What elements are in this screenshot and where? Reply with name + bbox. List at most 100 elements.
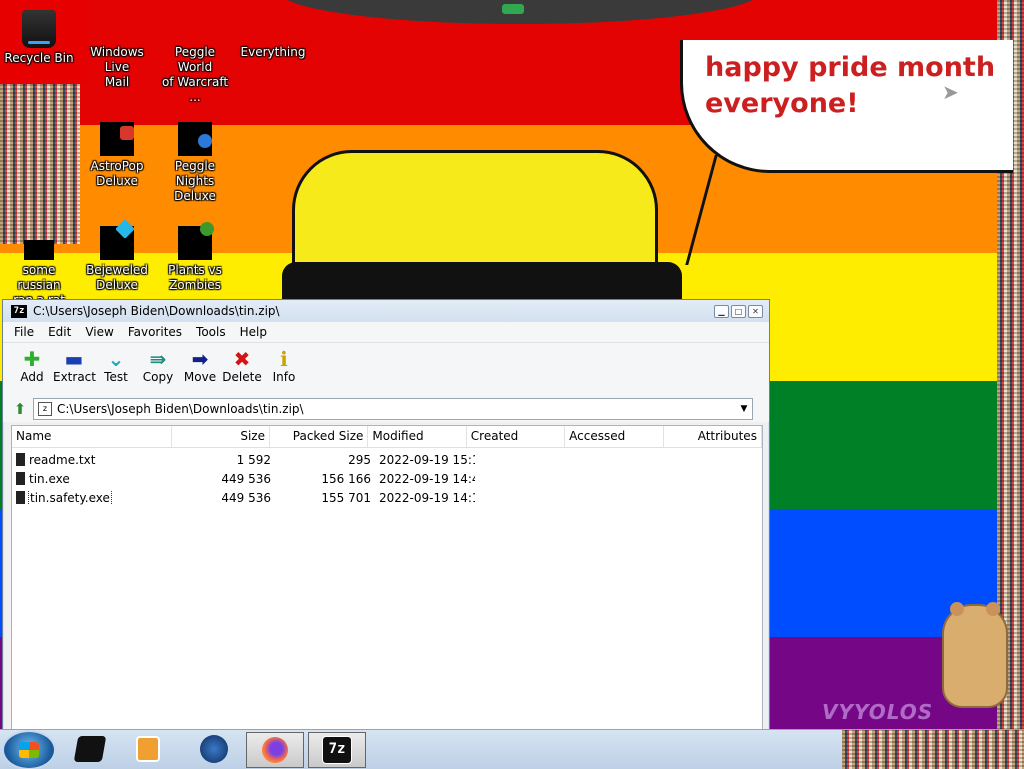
icon-label-2: Deluxe	[96, 174, 138, 188]
icon-label: some russian	[17, 263, 61, 292]
globe-icon	[200, 735, 228, 763]
window-title: C:\Users\Joseph Biden\Downloads\tin.zip\	[33, 304, 280, 318]
col-size[interactable]: Size	[172, 426, 270, 447]
desktop-icon-peggle-world-of-warcraft[interactable]: Peggle World of Warcraft ...	[156, 4, 234, 105]
dancing-hamster-image	[942, 602, 1008, 708]
test-label: Test	[104, 370, 128, 384]
astropop-accent-icon	[120, 126, 134, 140]
desktop-icon-windows-live-mail[interactable]: Windows Live Mail	[78, 4, 156, 90]
taskbar-7zip[interactable]: 7z	[308, 732, 366, 768]
menu-favorites[interactable]: Favorites	[121, 325, 189, 339]
file-name: readme.txt	[29, 452, 96, 467]
col-name[interactable]: Name	[12, 426, 172, 447]
recycle-bin-icon	[22, 10, 56, 48]
col-modified[interactable]: Modified	[368, 426, 467, 447]
taskbar-app-black-box[interactable]	[62, 732, 118, 766]
icon-label-2: Deluxe	[174, 189, 216, 203]
address-text: C:\Users\Joseph Biden\Downloads\tin.zip\	[57, 402, 304, 416]
file-name: tin.exe	[29, 471, 70, 486]
file-size: 449 536	[221, 490, 271, 505]
add-button[interactable]: ✚ Add	[11, 348, 53, 384]
exe-file-icon	[16, 490, 25, 504]
minus-icon: ▬	[64, 347, 84, 371]
icon-label-2: Zombies	[169, 278, 221, 292]
file-name: tin.safety.exe	[28, 490, 112, 505]
table-row[interactable]: tin.exe 449 536 156 166 2022-09-19 14:46	[12, 469, 762, 488]
icon-label: Plants vs	[168, 263, 222, 277]
file-packed-size: 156 166	[321, 471, 371, 486]
plus-icon: ✚	[23, 347, 41, 371]
address-input[interactable]: z C:\Users\Joseph Biden\Downloads\tin.zi…	[33, 398, 753, 420]
table-row[interactable]: readme.txt 1 592 295 2022-09-19 15:19	[12, 450, 762, 469]
dropdown-arrow-icon[interactable]: ▼	[736, 404, 752, 414]
info-icon: ℹ	[280, 347, 288, 371]
menu-view[interactable]: View	[78, 325, 120, 339]
copy-arrow-icon: ⇛	[149, 347, 167, 371]
menu-tools[interactable]: Tools	[189, 325, 233, 339]
column-header-row: Name Size Packed Size Modified Created A…	[12, 426, 762, 448]
archive-icon: z	[38, 402, 52, 416]
file-name-cell: readme.txt	[12, 452, 175, 467]
col-created[interactable]: Created	[467, 426, 566, 447]
cursor-arrow-icon: ➤	[942, 80, 959, 104]
close-button[interactable]: ✕	[748, 304, 763, 318]
peggle-wow-icon	[156, 4, 234, 45]
firefox-icon	[262, 737, 288, 763]
file-list: Name Size Packed Size Modified Created A…	[11, 425, 763, 730]
icon-label: Windows Live	[90, 45, 144, 74]
desktop-icon-peggle-nights-deluxe[interactable]: Peggle Nights Deluxe	[156, 122, 234, 204]
extract-button[interactable]: ▬ Extract	[53, 347, 96, 384]
delete-label: Delete	[222, 370, 262, 384]
7zip-app-icon: 7z	[11, 304, 27, 318]
check-arrow-icon: ⌄	[107, 347, 125, 371]
icon-label: AstroPop	[90, 159, 144, 173]
taskbar-media-player[interactable]	[120, 732, 176, 766]
menu-help[interactable]: Help	[233, 325, 274, 339]
desktop-icon-everything[interactable]: Everything	[234, 4, 312, 60]
test-button[interactable]: ⌄ Test	[95, 348, 137, 384]
taskbar-world-app[interactable]	[186, 732, 242, 766]
windows-logo-icon	[19, 742, 39, 758]
desktop-icon-plants-vs-zombies[interactable]: Plants vs Zombies	[156, 226, 234, 293]
taskbar-firefox[interactable]	[246, 732, 304, 768]
desktop-icon-astropop-deluxe[interactable]: AstroPop Deluxe	[78, 122, 156, 189]
glitch-noise-taskbar	[842, 730, 1024, 769]
media-player-icon	[136, 736, 160, 762]
file-modified: 2022-09-19 14:16	[379, 490, 475, 505]
delete-button[interactable]: ✖ Delete	[221, 348, 263, 384]
delete-x-icon: ✖	[233, 347, 251, 371]
table-row[interactable]: tin.safety.exe 449 536 155 701 2022-09-1…	[12, 488, 762, 507]
watermark-text: VYYOLOS	[822, 700, 934, 724]
start-button[interactable]	[4, 732, 54, 768]
menu-edit[interactable]: Edit	[41, 325, 78, 339]
up-folder-icon[interactable]: ⬆	[11, 400, 29, 418]
menu-file[interactable]: File	[7, 325, 41, 339]
taskbar: 7z	[0, 729, 1024, 769]
desktop-icon-bejeweled-deluxe[interactable]: Bejeweled Deluxe	[78, 226, 156, 293]
menu-bar: File Edit View Favorites Tools Help	[3, 322, 769, 343]
title-bar[interactable]: 7z C:\Users\Joseph Biden\Downloads\tin.z…	[3, 300, 769, 322]
col-packed-size[interactable]: Packed Size	[270, 426, 369, 447]
maximize-button[interactable]: □	[731, 304, 746, 318]
col-accessed[interactable]: Accessed	[565, 426, 664, 447]
desktop-icon-recycle-bin[interactable]: Recycle Bin	[0, 4, 78, 66]
address-bar: ⬆ z C:\Users\Joseph Biden\Downloads\tin.…	[3, 396, 769, 422]
file-modified: 2022-09-19 14:46	[379, 471, 475, 486]
add-label: Add	[20, 370, 44, 384]
move-button[interactable]: ➡ Move	[179, 348, 221, 384]
file-modified: 2022-09-19 15:19	[379, 452, 475, 467]
icon-label-2: Deluxe	[96, 278, 138, 292]
info-button[interactable]: ℹ Info	[263, 348, 305, 384]
minimize-button[interactable]: ▁	[714, 304, 729, 318]
icon-label-2: Mail	[104, 75, 130, 89]
russian-rat-icon	[24, 240, 54, 260]
window-controls: ▁ □ ✕	[714, 304, 763, 318]
icon-label: Peggle World	[174, 45, 216, 74]
copy-button[interactable]: ⇛ Copy	[137, 348, 179, 384]
move-arrow-icon: ➡	[191, 347, 209, 371]
col-attributes[interactable]: Attributes	[664, 426, 762, 447]
desktop-icon-some-russian-ran-a-rat[interactable]: some russian ran a rat	[0, 226, 78, 308]
icon-label: Bejeweled	[86, 263, 148, 277]
icon-label: Everything	[240, 45, 306, 59]
green-indicator-icon	[502, 4, 524, 14]
